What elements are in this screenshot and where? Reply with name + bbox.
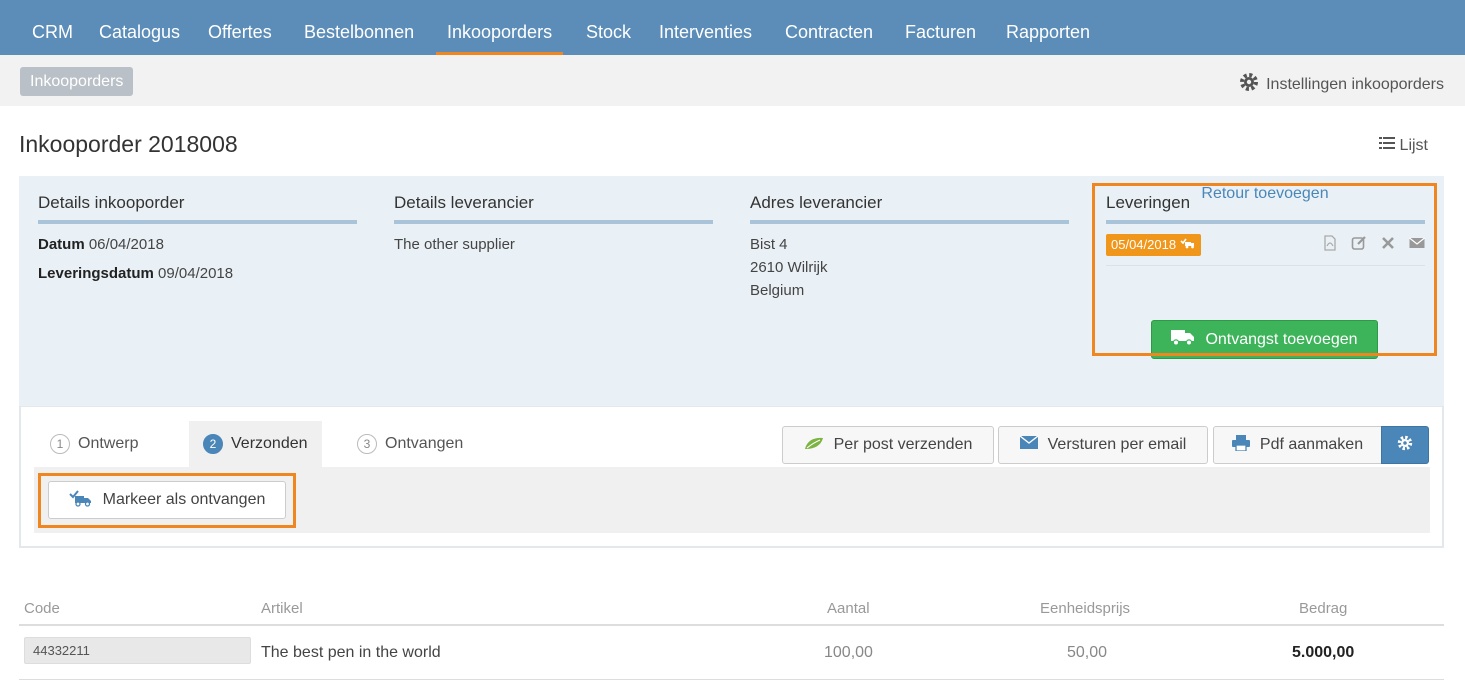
tab-ontwerp[interactable]: 1 Ontwerp: [36, 421, 152, 467]
mark-received-highlight: [38, 473, 296, 528]
supplier-address: Adres leverancier Bist 4 2610 Wilrijk Be…: [750, 193, 1069, 299]
send-by-email-button[interactable]: Versturen per email: [998, 426, 1208, 464]
nav-item-catalogus[interactable]: Catalogus: [88, 0, 191, 55]
row-amount: 5.000,00: [1292, 644, 1355, 661]
order-lines-table: Code Artikel Aantal Eenheidsprijs Bedrag…: [19, 590, 1444, 680]
row-qty: 100,00: [824, 644, 873, 661]
nav-item-stock[interactable]: Stock: [575, 0, 642, 55]
list-link[interactable]: Lijst: [1378, 136, 1428, 155]
mail-icon: [1019, 435, 1039, 454]
printer-icon: [1231, 434, 1250, 456]
address-street: Bist 4: [750, 236, 788, 253]
table-header: Code Artikel Aantal Eenheidsprijs Bedrag: [19, 590, 1444, 626]
address-city: 2610 Wilrijk: [750, 259, 828, 276]
date-label: Datum: [38, 236, 85, 253]
delivery-date-value: 09/04/2018: [158, 265, 234, 282]
top-nav: CRM Catalogus Offertes Bestelbonnen Inko…: [0, 0, 1465, 55]
leaf-icon: [804, 436, 824, 455]
sub-bar: Inkooporders Instellingen inkooporders: [0, 55, 1465, 106]
column-unit-price: Eenheidsprijs: [1040, 600, 1131, 617]
settings-label: Instellingen inkooporders: [1266, 75, 1444, 93]
nav-item-rapporten[interactable]: Rapporten: [995, 0, 1101, 55]
tab-ontvangen[interactable]: 3 Ontvangen: [343, 421, 477, 467]
gear-icon: [1239, 72, 1259, 97]
page-title: Inkooporder 2018008: [19, 131, 238, 157]
create-pdf-button[interactable]: Pdf aanmaken: [1213, 426, 1382, 464]
supplier-name: The other supplier: [394, 236, 515, 253]
nav-item-interventies[interactable]: Interventies: [648, 0, 763, 55]
delivery-date-label: Leveringsdatum: [38, 265, 154, 282]
nav-item-bestelbonnen[interactable]: Bestelbonnen: [293, 0, 425, 55]
column-article: Artikel: [261, 600, 303, 617]
deliveries-highlight: [1092, 183, 1437, 356]
nav-item-crm[interactable]: CRM: [21, 0, 84, 55]
row-unit-price: 50,00: [1067, 644, 1108, 661]
table-row[interactable]: 44332211 The best pen in the world 100,0…: [19, 626, 1444, 680]
column-qty: Aantal: [827, 600, 870, 617]
list-label: Lijst: [1399, 136, 1428, 154]
order-details: Details inkooporder Datum 06/04/2018 Lev…: [38, 193, 357, 282]
column-amount: Bedrag: [1299, 600, 1348, 617]
date-value: 06/04/2018: [88, 236, 164, 253]
nav-item-facturen[interactable]: Facturen: [894, 0, 987, 55]
supplier-address-heading: Adres leverancier: [750, 193, 1069, 224]
breadcrumb[interactable]: Inkooporders: [20, 67, 134, 96]
supplier-details: Details leverancier The other supplier: [394, 193, 713, 253]
row-code[interactable]: 44332211: [24, 637, 251, 664]
send-by-post-button[interactable]: Per post verzenden: [782, 426, 994, 464]
options-button[interactable]: [1381, 426, 1429, 464]
add-return-link[interactable]: Retour toevoegen: [1180, 185, 1350, 203]
nav-item-inkooporders[interactable]: Inkooporders: [436, 0, 564, 55]
row-article: The best pen in the world: [261, 644, 441, 661]
supplier-details-heading: Details leverancier: [394, 193, 713, 224]
tab-verzonden[interactable]: 2 Verzonden: [189, 421, 322, 467]
order-details-heading: Details inkooporder: [38, 193, 357, 224]
nav-item-offertes[interactable]: Offertes: [197, 0, 283, 55]
list-icon: [1378, 136, 1395, 155]
gear-icon: [1397, 435, 1413, 456]
address-country: Belgium: [750, 282, 805, 299]
settings-link[interactable]: Instellingen inkooporders: [1239, 72, 1444, 97]
nav-item-contracten[interactable]: Contracten: [774, 0, 884, 55]
column-code: Code: [24, 600, 60, 617]
